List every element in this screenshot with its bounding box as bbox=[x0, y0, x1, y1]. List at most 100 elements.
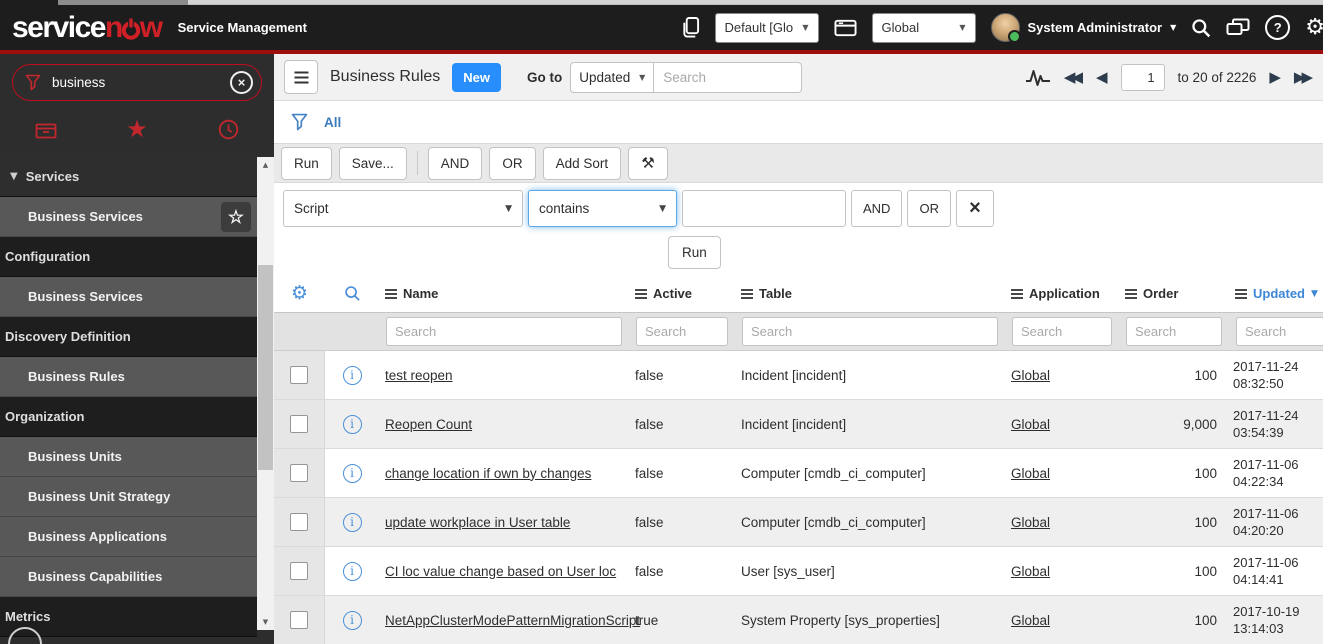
breadcrumb-funnel-icon[interactable] bbox=[291, 113, 308, 131]
nav-section-metrics[interactable]: Metrics bbox=[0, 597, 257, 637]
last-page-button[interactable]: ▶▶ bbox=[1294, 69, 1313, 85]
column-search-toggle-icon[interactable] bbox=[325, 285, 379, 302]
record-preview-info-icon[interactable]: i bbox=[342, 512, 362, 532]
goto-search-input[interactable] bbox=[654, 61, 803, 93]
search-table-input[interactable] bbox=[742, 317, 998, 346]
column-header-updated[interactable]: Updated ▼ bbox=[1229, 286, 1323, 301]
or-button[interactable]: OR bbox=[489, 146, 536, 180]
navigator-tree: ▼ Services Business Services ☆ Configura… bbox=[0, 157, 257, 644]
filter-funnel-icon bbox=[25, 74, 41, 91]
breadcrumb-all-link[interactable]: All bbox=[324, 115, 341, 130]
table-row: i test reopen false Incident [incident] … bbox=[274, 351, 1323, 400]
tab-history[interactable] bbox=[183, 119, 274, 140]
sidebar-scrollbar[interactable]: ▲ ▼ bbox=[257, 157, 274, 630]
nav-item-business-unit-strategy[interactable]: Business Unit Strategy bbox=[0, 477, 257, 517]
condition-builder-toolbar: Run Save... AND OR Add Sort ⚒ bbox=[274, 143, 1323, 183]
nav-section-services[interactable]: ▼ Services bbox=[0, 157, 257, 197]
nav-item-business-units[interactable]: Business Units bbox=[0, 437, 257, 477]
condition-field-select[interactable]: Script ▼ bbox=[283, 190, 523, 227]
new-button[interactable]: New bbox=[452, 62, 502, 92]
search-name-input[interactable] bbox=[386, 317, 622, 346]
list-activity-icon[interactable] bbox=[1025, 68, 1051, 87]
add-favorite-star-icon[interactable]: ☆ bbox=[221, 202, 251, 232]
column-header-application[interactable]: Application bbox=[1005, 286, 1119, 301]
clear-filter-icon[interactable]: × bbox=[230, 71, 253, 94]
first-page-button[interactable]: ◀◀ bbox=[1064, 69, 1083, 85]
star-icon: ★ bbox=[126, 115, 148, 143]
condition-run-button[interactable]: Run bbox=[668, 236, 721, 269]
row-checkbox[interactable] bbox=[290, 415, 308, 433]
application-scope-picker[interactable]: Global ▼ bbox=[871, 12, 976, 43]
record-preview-info-icon[interactable]: i bbox=[342, 414, 362, 434]
scrollbar-thumb[interactable] bbox=[258, 265, 273, 470]
user-menu[interactable]: System Administrator ▼ bbox=[990, 13, 1176, 43]
copy-query-gavel-icon[interactable]: ⚒ bbox=[628, 146, 669, 180]
row-checkbox[interactable] bbox=[290, 611, 308, 629]
row-range-text: to 20 of 2226 bbox=[1177, 69, 1257, 85]
record-preview-info-icon[interactable]: i bbox=[342, 463, 362, 483]
save-filter-button[interactable]: Save... bbox=[338, 146, 407, 180]
goto-field-select[interactable]: Updated ▼ bbox=[570, 61, 655, 93]
scroll-down-arrow[interactable]: ▼ bbox=[257, 614, 274, 630]
search-active-input[interactable] bbox=[636, 317, 728, 346]
personalize-list-gear-icon[interactable]: ⚙ bbox=[274, 284, 325, 303]
navigator-filter-input[interactable] bbox=[50, 74, 221, 91]
settings-gear-icon[interactable]: ⚙ bbox=[1305, 16, 1323, 39]
condition-operator-select[interactable]: contains ▼ bbox=[528, 190, 677, 227]
search-application-input[interactable] bbox=[1012, 317, 1112, 346]
and-button[interactable]: AND bbox=[427, 146, 483, 180]
condition-builder: Script ▼ contains ▼ AND OR × Run bbox=[274, 183, 1323, 275]
order-cell: 100 bbox=[1194, 465, 1217, 481]
row-checkbox[interactable] bbox=[290, 464, 308, 482]
tab-all-applications[interactable] bbox=[0, 120, 91, 139]
order-cell: 100 bbox=[1194, 612, 1217, 628]
nav-item-business-services-2[interactable]: Business Services bbox=[0, 277, 257, 317]
nav-section-configuration[interactable]: Configuration bbox=[0, 237, 257, 277]
column-header-order[interactable]: Order bbox=[1119, 286, 1229, 301]
search-order-input[interactable] bbox=[1126, 317, 1222, 346]
previous-page-button[interactable]: ◀ bbox=[1096, 69, 1108, 85]
row-checkbox[interactable] bbox=[290, 366, 308, 384]
connect-chat-icon[interactable] bbox=[1226, 18, 1250, 38]
nav-section-organization[interactable]: Organization bbox=[0, 397, 257, 437]
record-preview-info-icon[interactable]: i bbox=[342, 610, 362, 630]
name-cell: CI loc value change based on User loc bbox=[385, 563, 617, 579]
application-window-icon[interactable] bbox=[833, 19, 857, 37]
condition-value-input[interactable] bbox=[682, 190, 846, 227]
table-cell: Computer [cmdb_ci_computer] bbox=[741, 514, 926, 530]
column-header-table[interactable]: Table bbox=[735, 286, 1005, 301]
row-checkbox[interactable] bbox=[290, 562, 308, 580]
nav-item-business-rules[interactable]: Business Rules bbox=[0, 357, 257, 397]
updated-cell: 2017-11-24 03:54:39 bbox=[1233, 407, 1299, 440]
help-icon[interactable]: ? bbox=[1265, 15, 1291, 40]
updated-cell: 2017-11-06 04:20:20 bbox=[1233, 505, 1299, 538]
tab-favorites[interactable]: ★ bbox=[91, 117, 182, 141]
nav-item-business-services[interactable]: Business Services ☆ bbox=[0, 197, 257, 237]
column-header-name[interactable]: Name bbox=[379, 286, 629, 301]
servicenow-logo[interactable]: service n w bbox=[12, 12, 163, 43]
page-number-input[interactable] bbox=[1120, 63, 1165, 91]
nav-item-business-capabilities[interactable]: Business Capabilities bbox=[0, 557, 257, 597]
scroll-up-arrow[interactable]: ▲ bbox=[257, 157, 274, 173]
condition-or-button[interactable]: OR bbox=[907, 190, 951, 227]
update-set-picker[interactable]: Default [Glo ▼ bbox=[714, 12, 819, 43]
next-page-button[interactable]: ▶ bbox=[1269, 69, 1281, 85]
condition-and-button[interactable]: AND bbox=[851, 190, 903, 227]
name-cell: test reopen bbox=[385, 367, 453, 383]
order-cell: 100 bbox=[1194, 563, 1217, 579]
stacked-pages-icon[interactable] bbox=[681, 16, 700, 39]
row-checkbox[interactable] bbox=[290, 513, 308, 531]
nav-item-business-applications[interactable]: Business Applications bbox=[0, 517, 257, 557]
remove-condition-icon[interactable]: × bbox=[955, 190, 994, 227]
record-preview-info-icon[interactable]: i bbox=[342, 561, 362, 581]
chevron-down-icon: ▼ bbox=[639, 72, 646, 82]
column-header-active[interactable]: Active bbox=[629, 286, 735, 301]
run-filter-button[interactable]: Run bbox=[281, 146, 332, 180]
updated-cell: 2017-11-06 04:14:41 bbox=[1233, 554, 1299, 587]
add-sort-button[interactable]: Add Sort bbox=[542, 146, 622, 180]
list-context-menu-button[interactable] bbox=[284, 60, 318, 94]
nav-section-discovery-definition[interactable]: Discovery Definition bbox=[0, 317, 257, 357]
record-preview-info-icon[interactable]: i bbox=[342, 365, 362, 385]
search-updated-input[interactable] bbox=[1236, 317, 1323, 346]
global-search-icon[interactable] bbox=[1191, 18, 1211, 38]
